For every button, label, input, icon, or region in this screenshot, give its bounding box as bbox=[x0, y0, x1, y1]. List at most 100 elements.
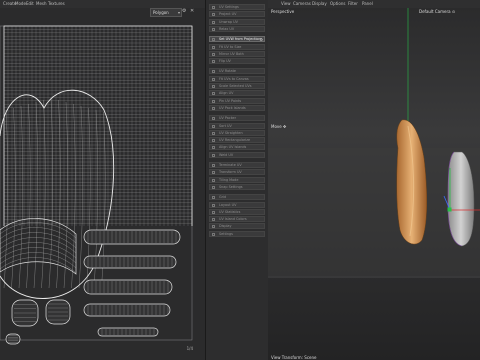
command-label: UV Settings bbox=[219, 5, 239, 9]
command-icon bbox=[212, 117, 215, 121]
command-icon bbox=[212, 210, 215, 214]
command-item[interactable]: Project UV bbox=[209, 11, 265, 18]
command-item[interactable]: Scale Selected UVs bbox=[209, 83, 265, 89]
command-label: Grid bbox=[219, 195, 227, 200]
command-item[interactable]: Snap Settings bbox=[209, 183, 265, 190]
uv-command-list: UV Settings Project UV Unwrap UV Relax UV Se… bbox=[205, 0, 270, 360]
command-icon bbox=[212, 232, 215, 236]
menu-cameras[interactable]: Cameras bbox=[293, 1, 311, 6]
command-label: Terminate UV bbox=[219, 163, 242, 167]
command-icon bbox=[212, 203, 215, 207]
command-label: Relax UV bbox=[219, 26, 235, 31]
command-item[interactable]: UV Island Colors bbox=[209, 216, 265, 223]
menu-options[interactable]: Options bbox=[330, 1, 345, 6]
command-item[interactable]: UV Statistics bbox=[209, 208, 265, 215]
uv-canvas[interactable] bbox=[0, 8, 205, 360]
command-label: Sort UV bbox=[219, 123, 232, 128]
command-item[interactable]: Set UVW from Projection ⚙ bbox=[209, 36, 265, 43]
command-label: Tiling Mode bbox=[219, 177, 239, 182]
gear-icon[interactable]: ⚙ bbox=[182, 8, 186, 14]
viewport-canvas[interactable] bbox=[268, 8, 480, 360]
command-label: Mirror UV Both bbox=[219, 51, 244, 56]
gear-icon[interactable]: ⚙ bbox=[259, 37, 263, 41]
command-icon bbox=[212, 178, 215, 182]
command-item[interactable]: UV Packer bbox=[209, 115, 265, 122]
uv-island-pill bbox=[83, 303, 171, 317]
command-label: Layout UV bbox=[219, 202, 237, 207]
menu-panel[interactable]: Panel bbox=[362, 1, 373, 6]
command-item[interactable]: Tiling Mode bbox=[209, 176, 265, 183]
command-icon bbox=[212, 106, 215, 110]
command-icon bbox=[212, 139, 215, 143]
command-label: Align UV Islands bbox=[219, 145, 247, 150]
gizmo-center-handle bbox=[447, 207, 452, 212]
menu-edit[interactable]: Edit bbox=[26, 1, 34, 6]
command-item[interactable]: Unwrap UV bbox=[209, 18, 265, 25]
command-item[interactable]: Fit UV to Size bbox=[209, 43, 265, 50]
command-item[interactable]: Transform UV bbox=[209, 169, 265, 176]
chevron-down-icon: ▾ bbox=[177, 10, 180, 15]
command-label: UV Statistics bbox=[219, 209, 241, 214]
command-icon bbox=[212, 45, 215, 49]
command-label: Transform UV bbox=[219, 170, 242, 175]
command-item[interactable]: Pin UV Points bbox=[209, 97, 265, 104]
command-label: UV Rotate bbox=[219, 69, 236, 74]
menu-mesh[interactable]: Mesh bbox=[36, 1, 47, 6]
command-label: Project UV bbox=[219, 12, 237, 17]
command-item[interactable]: Sort UV bbox=[209, 122, 265, 129]
command-label: Set UVW from Projection bbox=[219, 37, 261, 42]
command-item[interactable]: Flip UV bbox=[209, 58, 265, 65]
command-item[interactable]: UV Rotate bbox=[209, 68, 265, 75]
command-label: UV Pack Islands bbox=[219, 105, 246, 110]
command-item[interactable]: Align UV bbox=[209, 90, 265, 97]
command-label: Fit UV to Size bbox=[219, 44, 242, 49]
command-item[interactable]: Weld UV bbox=[209, 151, 265, 158]
command-item[interactable]: Grid bbox=[209, 194, 265, 201]
command-icon bbox=[212, 13, 215, 17]
menu-filter[interactable]: Filter bbox=[348, 1, 358, 6]
menu-mode[interactable]: Mode bbox=[15, 1, 26, 6]
command-item[interactable]: Align UV Islands bbox=[209, 144, 265, 151]
projection-dropdown[interactable]: Polygon ▾ bbox=[150, 8, 182, 17]
command-item[interactable]: Settings bbox=[209, 230, 265, 237]
close-icon[interactable]: ✕ bbox=[190, 8, 194, 14]
viewport-title: Perspective bbox=[271, 9, 295, 14]
menu-display[interactable]: Display bbox=[312, 1, 327, 6]
command-item[interactable]: Terminate UV bbox=[209, 162, 265, 168]
command-item[interactable]: Mirror UV Both bbox=[209, 50, 265, 57]
command-item[interactable]: UV Straighten bbox=[209, 129, 265, 136]
command-icon bbox=[212, 218, 215, 222]
command-label: UV Island Colors bbox=[219, 217, 247, 222]
perspective-viewport[interactable]: Perspective Default Camera ⊙ Move ✥ View… bbox=[268, 8, 480, 360]
command-item[interactable]: Relax UV bbox=[209, 25, 265, 32]
command-icon bbox=[212, 153, 215, 157]
command-icon bbox=[212, 124, 215, 128]
command-label: UV Packer bbox=[219, 116, 237, 121]
camera-label[interactable]: Default Camera ⊙ bbox=[419, 9, 455, 14]
command-icon bbox=[212, 146, 215, 150]
command-label: Snap Settings bbox=[219, 184, 243, 189]
command-item[interactable]: Display bbox=[209, 223, 265, 230]
command-icon bbox=[212, 164, 215, 167]
command-item[interactable]: Layout UV bbox=[209, 201, 265, 208]
menu-textures[interactable]: Textures bbox=[48, 1, 65, 6]
command-item[interactable]: Fit UVs to Canvas bbox=[209, 75, 265, 82]
command-label: Flip UV bbox=[219, 59, 231, 64]
command-icon bbox=[212, 131, 215, 135]
command-icon bbox=[212, 27, 215, 31]
uv-island-pill bbox=[83, 255, 177, 269]
command-icon bbox=[212, 60, 215, 64]
menu-view[interactable]: View bbox=[281, 1, 291, 6]
projection-dropdown-value: Polygon bbox=[153, 10, 169, 15]
viewport-menubar: View Cameras Display Options Filter Pane… bbox=[268, 0, 480, 8]
command-icon bbox=[212, 185, 215, 189]
command-icon bbox=[212, 92, 215, 96]
command-item[interactable]: UV Rectangularize bbox=[209, 137, 265, 144]
command-item[interactable]: UV Pack Islands bbox=[209, 104, 265, 111]
command-label: Unwrap UV bbox=[219, 19, 238, 24]
uv-page-indicator: 1/4 bbox=[186, 346, 193, 351]
command-label: Align UV bbox=[219, 91, 234, 96]
uv-editor-panel[interactable]: Polygon ▾ ⚙ ✕ 1/4 bbox=[0, 8, 205, 360]
command-item[interactable]: UV Settings bbox=[209, 4, 265, 10]
command-label: Fit UVs to Canvas bbox=[219, 76, 249, 81]
